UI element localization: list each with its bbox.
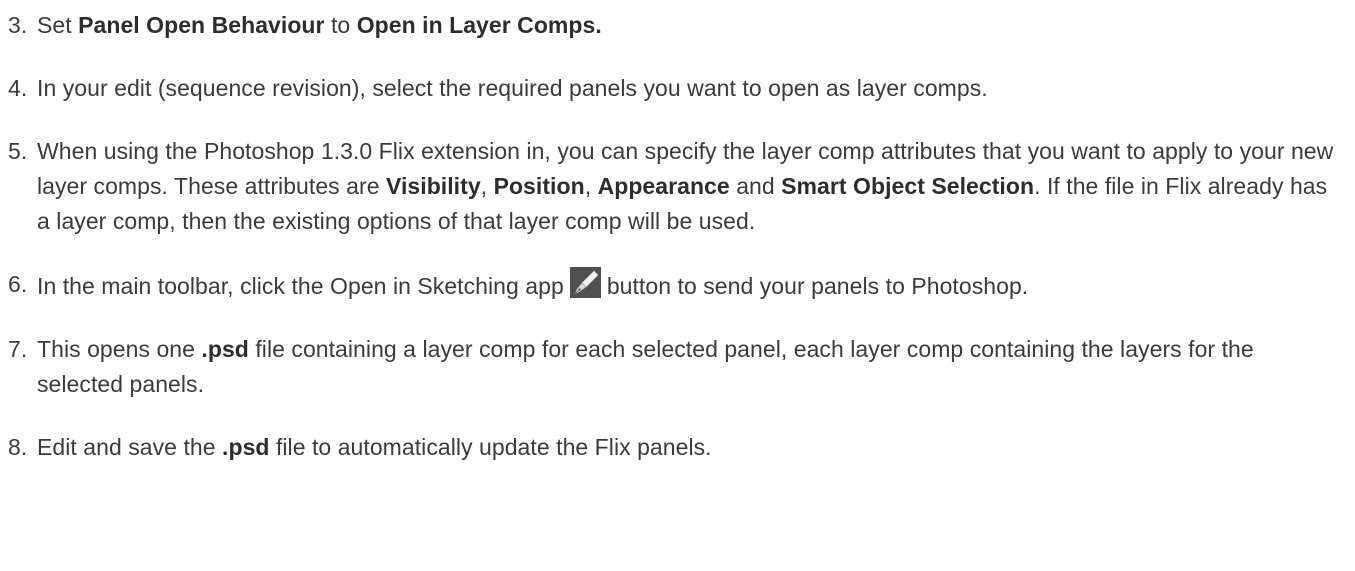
pen-nib-icon: [569, 267, 601, 298]
step-7: 7. This opens one .psd file containing a…: [0, 332, 1355, 402]
text-run: Set: [37, 12, 79, 38]
text-run: Edit and save the: [37, 434, 223, 460]
step-6: 6. In the main toolbar, click the Open i…: [0, 267, 1355, 304]
steps-list: 3. Set Panel Open Behaviour to Open in L…: [0, 8, 1355, 465]
step-4: 4. In your edit (sequence revision), sel…: [0, 71, 1355, 106]
text-run: to: [324, 12, 357, 38]
step-text: When using the Photoshop 1.3.0 Flix exte…: [37, 138, 1333, 234]
step-number: 7.: [8, 336, 28, 362]
step-text: This opens one .psd file containing a la…: [37, 336, 1254, 397]
attribute-appearance: Appearance: [597, 173, 730, 199]
document: 3. Set Panel Open Behaviour to Open in L…: [0, 0, 1355, 571]
step-5: 5. When using the Photoshop 1.3.0 Flix e…: [0, 134, 1355, 239]
text-run: This opens one: [37, 336, 202, 362]
text-run: In the main toolbar, click the Open in S…: [37, 273, 564, 299]
step-number: 8.: [8, 434, 28, 460]
text-run: button to send your panels to Photoshop.: [606, 273, 1029, 299]
step-text: In the main toolbar, click the Open in S…: [37, 267, 1029, 299]
text-run: file to automatically update the Flix pa…: [269, 434, 712, 460]
setting-name: Panel Open Behaviour: [78, 12, 325, 38]
step-number: 6.: [8, 271, 28, 297]
file-extension: .psd: [201, 336, 249, 362]
step-3: 3. Set Panel Open Behaviour to Open in L…: [0, 8, 1355, 43]
text-run: ,: [584, 173, 598, 199]
step-text: In your edit (sequence revision), select…: [37, 75, 988, 101]
attribute-position: Position: [493, 173, 585, 199]
setting-value: Open in Layer Comps.: [356, 12, 602, 38]
text-run: and: [729, 173, 782, 199]
file-extension: .psd: [222, 434, 270, 460]
step-number: 5.: [8, 138, 28, 164]
text-run: ,: [480, 173, 494, 199]
attribute-visibility: Visibility: [386, 173, 481, 199]
attribute-smart-object-selection: Smart Object Selection: [781, 173, 1035, 199]
step-number: 3.: [8, 12, 28, 38]
step-number: 4.: [8, 75, 28, 101]
step-text: Edit and save the .psd file to automatic…: [37, 434, 712, 460]
step-8: 8. Edit and save the .psd file to automa…: [0, 430, 1355, 465]
step-text: Set Panel Open Behaviour to Open in Laye…: [37, 12, 602, 38]
